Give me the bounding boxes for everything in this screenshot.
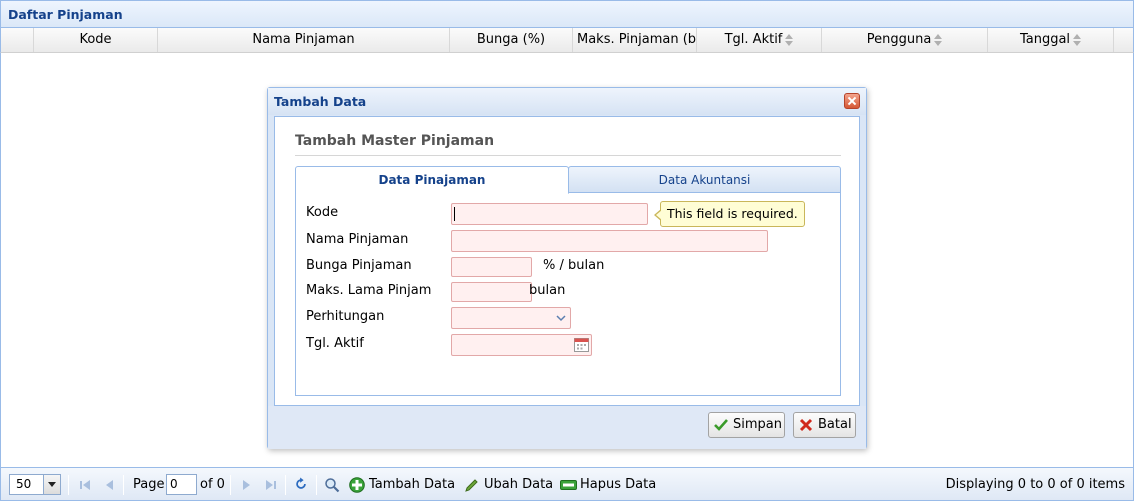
- plus-icon: [349, 477, 365, 493]
- column-nama-pinjaman[interactable]: Nama Pinjaman: [158, 28, 450, 52]
- column-pengguna[interactable]: Pengguna: [822, 28, 988, 52]
- toolbar-separator: [230, 475, 231, 495]
- page-label: Page: [133, 477, 165, 492]
- page-number-input[interactable]: 0: [166, 474, 197, 495]
- window-header[interactable]: Tambah Data: [268, 88, 866, 115]
- bunga-pinjaman-input[interactable]: [451, 257, 532, 277]
- maks-unit: bulan: [529, 283, 566, 298]
- search-icon[interactable]: [324, 477, 340, 493]
- panel-title: Daftar Pinjaman: [8, 7, 123, 22]
- chevron-down-icon[interactable]: [552, 308, 570, 328]
- perhitungan-label: Perhitungan: [306, 309, 385, 324]
- bunga-pinjaman-label: Bunga Pinjaman: [306, 258, 412, 273]
- page-of-label: of 0: [200, 477, 225, 492]
- minus-icon: [560, 480, 577, 490]
- tab-panel: Kode This field is required. Nama Pinjam…: [295, 193, 841, 396]
- first-page-icon[interactable]: [78, 478, 92, 492]
- window-footer: Simpan Batal: [268, 406, 866, 449]
- nama-pinjaman-label: Nama Pinjaman: [306, 232, 409, 247]
- cancel-button[interactable]: Batal: [793, 412, 856, 438]
- tgl-aktif-label: Tgl. Aktif: [306, 336, 364, 351]
- perhitungan-select[interactable]: [451, 307, 571, 329]
- validation-tooltip: This field is required.: [654, 201, 805, 227]
- grid-header: Kode Nama Pinjaman Bunga (%) Maks. Pinja…: [0, 28, 1134, 53]
- paging-toolbar: 50 Page 0 of 0 Tambah Data Ubah Data Hap…: [0, 467, 1134, 501]
- column-tanggal[interactable]: Tanggal: [988, 28, 1114, 52]
- toolbar-separator: [316, 475, 317, 495]
- tab-data-akuntansi[interactable]: Data Akuntansi: [568, 166, 841, 193]
- prev-page-icon[interactable]: [103, 478, 117, 492]
- maks-lama-label: Maks. Lama Pinjam: [306, 283, 432, 298]
- chevron-down-icon[interactable]: [43, 475, 60, 494]
- calendar-icon[interactable]: [573, 336, 590, 353]
- close-icon[interactable]: [844, 93, 860, 109]
- column-kode[interactable]: Kode: [34, 28, 158, 52]
- bunga-unit: % / bulan: [543, 258, 605, 273]
- tgl-aktif-input[interactable]: [451, 334, 592, 356]
- toolbar-separator: [123, 475, 124, 495]
- delete-data-button[interactable]: Hapus Data: [560, 468, 656, 501]
- last-page-icon[interactable]: [264, 478, 278, 492]
- pencil-icon: [465, 479, 478, 492]
- window-body: Tambah Master Pinjaman Data Pinajaman Da…: [274, 116, 860, 406]
- tab-data-pinjaman[interactable]: Data Pinajaman: [295, 166, 569, 194]
- column-rownum: [1, 28, 34, 52]
- edit-data-button[interactable]: Ubah Data: [464, 468, 553, 501]
- maks-lama-input[interactable]: [451, 282, 532, 302]
- panel-header: Daftar Pinjaman: [0, 0, 1134, 28]
- kode-label: Kode: [306, 205, 339, 220]
- page-size-combo[interactable]: 50: [9, 474, 61, 495]
- column-maks-pinjaman[interactable]: Maks. Pinjaman (bu: [573, 28, 697, 52]
- add-data-window: Tambah Data Tambah Master Pinjaman Data …: [267, 87, 867, 449]
- sort-icon: [785, 33, 794, 46]
- toolbar-separator: [68, 475, 69, 495]
- toolbar-separator: [285, 475, 286, 495]
- sort-icon: [1073, 33, 1082, 46]
- check-icon: [714, 419, 728, 431]
- next-page-icon[interactable]: [239, 478, 253, 492]
- column-bunga[interactable]: Bunga (%): [450, 28, 573, 52]
- tab-bar: Data Pinajaman Data Akuntansi: [295, 166, 841, 194]
- column-tgl-aktif[interactable]: Tgl. Aktif: [697, 28, 822, 52]
- add-data-button[interactable]: Tambah Data: [349, 468, 455, 501]
- refresh-icon[interactable]: [294, 477, 308, 491]
- form-title: Tambah Master Pinjaman: [295, 133, 495, 149]
- kode-input[interactable]: [451, 203, 648, 225]
- divider: [295, 155, 841, 156]
- save-button[interactable]: Simpan: [708, 412, 785, 438]
- nama-pinjaman-input[interactable]: [451, 230, 768, 252]
- window-title: Tambah Data: [274, 94, 367, 109]
- close-icon: [799, 418, 813, 432]
- sort-icon: [934, 33, 943, 46]
- display-info: Displaying 0 to 0 of 0 items: [945, 477, 1125, 492]
